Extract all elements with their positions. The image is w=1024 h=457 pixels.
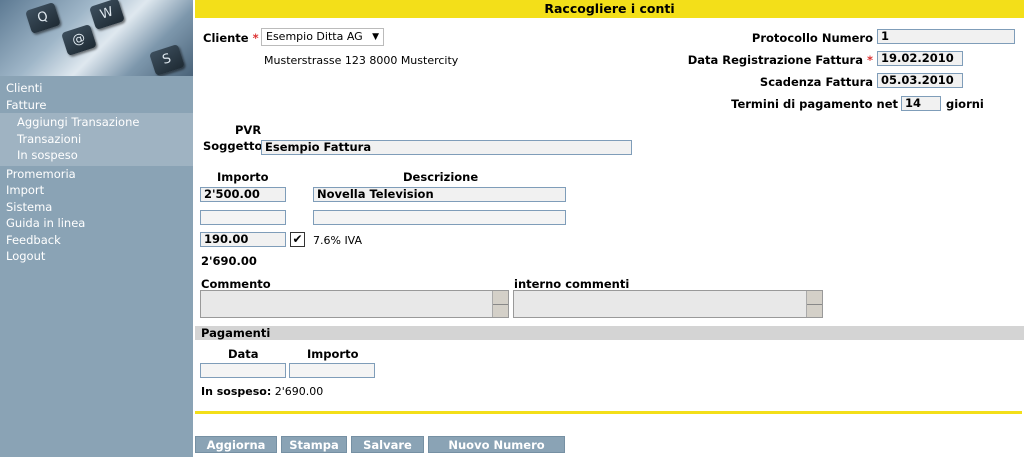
nav-item-aggiungi-transazione[interactable]: Aggiungi Transazione bbox=[0, 114, 193, 131]
nav-item-fatture[interactable]: Fatture bbox=[0, 97, 193, 114]
interno-commenti-textarea[interactable] bbox=[513, 290, 823, 318]
payment-data-input[interactable] bbox=[200, 363, 286, 378]
total-value: 2'690.00 bbox=[201, 254, 257, 268]
data-registrazione-input[interactable]: 19.02.2010 bbox=[877, 51, 963, 66]
aggiorna-button[interactable]: Aggiorna bbox=[195, 436, 277, 453]
nav-item-clienti[interactable]: Clienti bbox=[0, 80, 193, 97]
interno-commenti-scrollbar[interactable] bbox=[806, 291, 822, 317]
nav-item-sistema[interactable]: Sistema bbox=[0, 199, 193, 216]
cliente-selected-value: Esempio Ditta AG bbox=[266, 30, 363, 43]
iva-label: 7.6% IVA bbox=[313, 234, 363, 247]
nav-item-feedback[interactable]: Feedback bbox=[0, 232, 193, 249]
keycap-at: @ bbox=[61, 23, 97, 57]
importo-header: Importo bbox=[217, 170, 269, 184]
payment-data-header: Data bbox=[228, 347, 259, 361]
scadenza-label: Scadenza Fattura bbox=[759, 75, 873, 89]
iva-checkbox[interactable]: ✔ bbox=[290, 232, 305, 247]
in-sospeso-label: In sospeso: bbox=[201, 385, 272, 398]
checkmark-icon: ✔ bbox=[292, 232, 303, 246]
descrizione-header: Descrizione bbox=[403, 170, 479, 184]
in-sospeso-summary: In sospeso: 2'690.00 bbox=[201, 385, 323, 398]
cliente-label: Cliente * bbox=[203, 31, 259, 45]
line2-importo-input[interactable] bbox=[200, 210, 286, 225]
keycap-w: W bbox=[89, 0, 125, 31]
nuovo-numero-button[interactable]: Nuovo Numero bbox=[428, 436, 565, 453]
protocollo-label: Protocollo Numero bbox=[751, 31, 873, 45]
line1-descrizione-input[interactable]: Novella Television bbox=[313, 187, 566, 202]
termini-input[interactable]: 14 bbox=[901, 96, 941, 111]
keycap-s: S bbox=[149, 43, 185, 76]
soggetto-label: Soggetto bbox=[203, 139, 263, 153]
stampa-button[interactable]: Stampa bbox=[281, 436, 347, 453]
nav-item-transazioni[interactable]: Transazioni bbox=[0, 131, 193, 148]
protocollo-input[interactable]: 1 bbox=[877, 29, 1015, 44]
commento-scrollbar[interactable] bbox=[492, 291, 508, 317]
cliente-select[interactable]: Esempio Ditta AG ▼ bbox=[261, 28, 384, 46]
divider-line bbox=[195, 411, 1022, 414]
pagamenti-section-header: Pagamenti bbox=[195, 326, 1024, 340]
sidebar-nav: Clienti Fatture Aggiungi Transazione Tra… bbox=[0, 80, 193, 265]
nav-item-logout[interactable]: Logout bbox=[0, 248, 193, 265]
required-mark: * bbox=[252, 31, 259, 45]
page-title: Raccogliere i conti bbox=[195, 0, 1024, 18]
commento-textarea[interactable] bbox=[200, 290, 509, 318]
data-registrazione-label: Data Registrazione Fattura * bbox=[687, 53, 873, 67]
termini-label: Termini di pagamento net bbox=[731, 97, 898, 111]
payment-importo-input[interactable] bbox=[289, 363, 375, 378]
chevron-down-icon: ▼ bbox=[372, 32, 379, 42]
cliente-address: Musterstrasse 123 8000 Mustercity bbox=[264, 54, 459, 67]
keyboard-banner-image: Q @ W S bbox=[0, 0, 193, 76]
sidebar: Q @ W S Clienti Fatture Aggiungi Transaz… bbox=[0, 0, 193, 457]
iva-importo-input[interactable]: 190.00 bbox=[200, 232, 286, 247]
salvare-button[interactable]: Salvare bbox=[351, 436, 424, 453]
keycap-q: Q bbox=[25, 1, 61, 35]
interno-commenti-label: interno commenti bbox=[514, 277, 630, 291]
in-sospeso-value: 2'690.00 bbox=[274, 385, 324, 398]
nav-item-import[interactable]: Import bbox=[0, 182, 193, 199]
line1-importo-input[interactable]: 2'500.00 bbox=[200, 187, 286, 202]
payment-importo-header: Importo bbox=[307, 347, 359, 361]
nav-item-guida-in-linea[interactable]: Guida in linea bbox=[0, 215, 193, 232]
subnav-fatture: Aggiungi Transazione Transazioni In sosp… bbox=[0, 113, 193, 166]
giorni-label: giorni bbox=[946, 97, 984, 111]
scadenza-input[interactable]: 05.03.2010 bbox=[877, 73, 963, 88]
nav-item-in-sospeso[interactable]: In sospeso bbox=[0, 147, 193, 164]
pvr-label: PVR bbox=[235, 123, 262, 137]
commento-label: Commento bbox=[201, 277, 271, 291]
required-mark: * bbox=[866, 53, 873, 67]
line2-descrizione-input[interactable] bbox=[313, 210, 566, 225]
nav-item-promemoria[interactable]: Promemoria bbox=[0, 166, 193, 183]
soggetto-input[interactable]: Esempio Fattura bbox=[261, 140, 632, 155]
